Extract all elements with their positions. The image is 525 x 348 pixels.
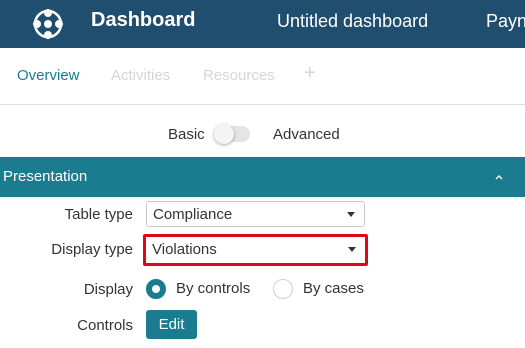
tab-activities[interactable]: Activities <box>111 67 170 84</box>
chevron-up-icon[interactable] <box>491 169 507 185</box>
caret-down-icon <box>347 212 355 217</box>
display-type-value: Violations <box>152 241 217 258</box>
mode-advanced-label: Advanced <box>273 126 340 143</box>
add-tab-icon[interactable]: + <box>304 62 316 85</box>
tab-bar: Overview Activities Resources + <box>0 48 525 105</box>
topbar-truncated-item[interactable]: Payn <box>486 11 525 32</box>
display-label: Display <box>83 281 133 298</box>
presentation-section-header[interactable]: Presentation <box>0 157 525 197</box>
display-type-label: Display type <box>51 241 133 258</box>
app-title: Dashboard <box>91 9 196 31</box>
radio-by-controls[interactable] <box>146 279 166 299</box>
mode-toggle[interactable] <box>214 124 250 144</box>
top-bar: Dashboard Untitled dashboard Payn <box>0 0 525 48</box>
tab-resources[interactable]: Resources <box>203 67 275 84</box>
caret-down-icon <box>348 247 356 252</box>
hub-network-icon[interactable] <box>32 8 64 40</box>
table-type-select[interactable]: Compliance <box>146 201 365 227</box>
controls-label: Controls <box>77 317 133 334</box>
display-type-select[interactable]: Violations <box>143 234 368 266</box>
table-type-value: Compliance <box>153 206 233 223</box>
mode-basic-label: Basic <box>168 126 205 143</box>
edit-controls-button[interactable]: Edit <box>146 310 197 339</box>
section-title: Presentation <box>3 168 88 185</box>
radio-by-cases[interactable] <box>273 279 293 299</box>
mode-switch-row: Basic Advanced <box>0 120 525 150</box>
tab-overview[interactable]: Overview <box>17 67 80 84</box>
dashboard-name[interactable]: Untitled dashboard <box>277 11 428 32</box>
table-type-label: Table type <box>64 206 133 223</box>
toggle-knob[interactable] <box>214 124 234 144</box>
by-controls-label[interactable]: By controls <box>176 280 250 297</box>
by-cases-label[interactable]: By cases <box>303 280 364 297</box>
